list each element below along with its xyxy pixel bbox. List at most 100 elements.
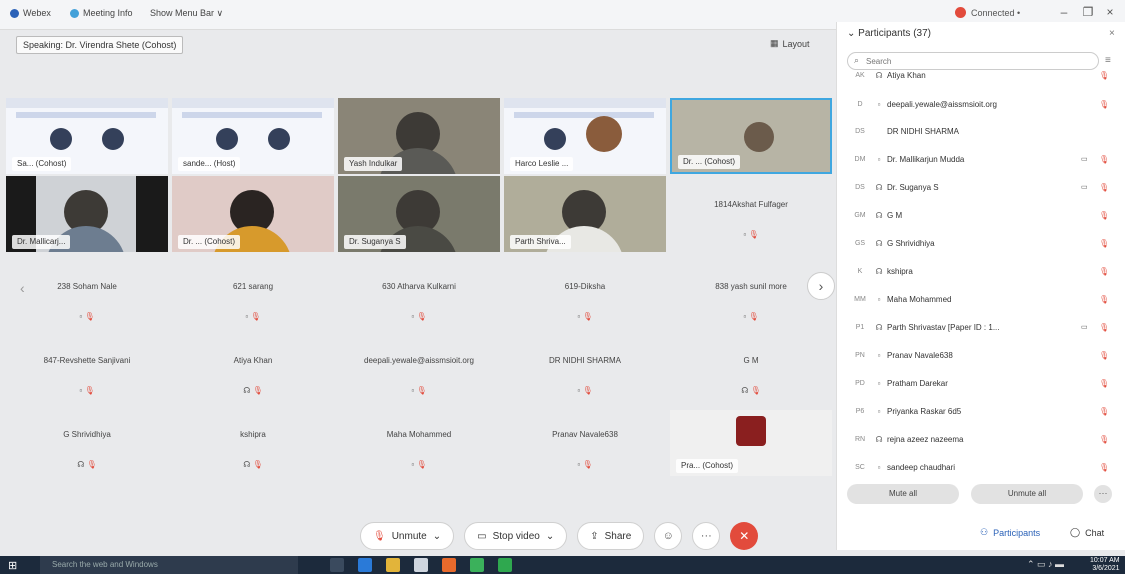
participant-row[interactable]: DS DR NIDHI SHARMA	[837, 119, 1117, 143]
participant-row[interactable]: GM ☊ G M 🎙	[837, 203, 1117, 227]
participant-row[interactable]: K ☊ kshipra 🎙	[837, 259, 1117, 283]
close-window-button[interactable]: ×	[1102, 5, 1118, 19]
video-tile[interactable]: Parth Shriva...	[504, 176, 666, 252]
sort-menu-icon[interactable]: ≡	[1105, 55, 1111, 66]
unmute-button[interactable]: 🎙 Unmute ⌄	[360, 522, 455, 550]
minimize-button[interactable]: –	[1056, 5, 1072, 19]
participant-tile[interactable]: Pranav Navale638 ▫ 🎙	[504, 410, 666, 480]
meeting-controls: 🎙 Unmute ⌄ ▭ Stop video ⌄ ⇪ Share ☺ ··· ✕	[360, 521, 759, 551]
tile-label: Sa... (Cohost)	[12, 157, 72, 171]
more-options-button[interactable]: ···	[692, 522, 721, 550]
tile-label: Yash Indulkar	[344, 157, 403, 171]
task-view-icon[interactable]	[330, 558, 344, 572]
tile-label: Pra... (Cohost)	[676, 459, 739, 473]
participant-tile[interactable]: 847-Revshette Sanjivani ▫ 🎙	[6, 336, 168, 406]
camera-icon: ▭	[477, 530, 487, 542]
participant-tile[interactable]: 619-Diksha ▫ 🎙	[504, 262, 666, 332]
panel-actions: Mute all Unmute all	[847, 484, 1083, 504]
participant-row[interactable]: SC ▫ sandeep chaudhari 🎙	[837, 455, 1117, 479]
participant-tile[interactable]: G M ☊ 🎙	[670, 336, 832, 406]
tile-label: Dr. ... (Cohost)	[678, 155, 741, 169]
participant-row[interactable]: GS ☊ G Shrividhiya 🎙	[837, 231, 1117, 255]
chat-icon: ◯	[1070, 527, 1081, 537]
participant-row[interactable]: AK ☊ Atiya Khan 🎙	[837, 68, 1117, 82]
mute-all-button[interactable]: Mute all	[847, 484, 959, 504]
participants-panel: ⌄ Participants (37) × ⌕ ≡ AK☊Atiya Khan🎙…	[836, 22, 1125, 550]
video-tile[interactable]: Yash Indulkar	[338, 98, 500, 174]
file-explorer-icon[interactable]	[386, 558, 400, 572]
tile-label: Dr. Suganya S	[344, 235, 406, 249]
participant-tile[interactable]: Atiya Khan ☊ 🎙	[172, 336, 334, 406]
webex-taskbar-icon[interactable]	[498, 558, 512, 572]
end-meeting-button[interactable]: ✕	[730, 522, 759, 550]
panel-title[interactable]: ⌄ Participants (37)	[847, 28, 931, 39]
edge-icon[interactable]	[358, 558, 372, 572]
firefox-icon[interactable]	[442, 558, 456, 572]
panel-more-button[interactable]: ···	[1094, 485, 1112, 503]
microphone-muted-icon: 🎙	[373, 530, 386, 542]
participant-row[interactable]: RN ☊ rejna azeez nazeema 🎙	[837, 427, 1117, 451]
video-on-icon: ▭	[1081, 324, 1088, 331]
video-tile[interactable]: sande... (Host)	[172, 98, 334, 174]
logo-avatar	[736, 416, 766, 446]
participant-row[interactable]: PN ▫ Pranav Navale638 🎙	[837, 343, 1117, 367]
participant-tile[interactable]: 630 Atharva Kulkarni ▫ 🎙	[338, 262, 500, 332]
tile-label: sande... (Host)	[178, 157, 241, 171]
connection-icon	[955, 7, 966, 18]
video-on-icon: ▭	[1081, 156, 1088, 163]
chat-button[interactable]: ◯ Chat	[1070, 527, 1104, 538]
people-icon: ⚇	[980, 527, 989, 537]
participant-row[interactable]: D ▫ deepali.yewale@aissmsioit.org 🎙	[837, 92, 1117, 116]
system-tray-icons[interactable]: ⌃ ▭ ♪ ▬	[1027, 559, 1064, 570]
stop-video-button[interactable]: ▭ Stop video ⌄	[464, 522, 568, 550]
reactions-button[interactable]: ☺	[654, 522, 683, 550]
participant-row[interactable]: MM ▫ Maha Mohammed 🎙	[837, 287, 1117, 311]
chrome-icon[interactable]	[470, 558, 484, 572]
show-menu-bar-button[interactable]: Show Menu Bar ∨	[150, 8, 223, 19]
unmute-all-button[interactable]: Unmute all	[971, 484, 1083, 504]
participant-tile[interactable]: 621 sarang ▫ 🎙	[172, 262, 334, 332]
tile-label: Parth Shriva...	[510, 235, 571, 249]
video-tile[interactable]: Dr. Mallicarj...	[6, 176, 168, 252]
webex-menu[interactable]: Webex	[10, 8, 51, 18]
windows-taskbar: ⊞ Search the web and Windows ⌃ ▭ ♪ ▬ 10:…	[0, 556, 1125, 574]
video-tile[interactable]: Dr. ... (Cohost)	[172, 176, 334, 252]
share-icon: ⇪	[590, 530, 599, 542]
participant-row[interactable]: PD ▫ Pratham Darekar 🎙	[837, 371, 1117, 395]
video-tile[interactable]: Harco Leslie ...	[504, 98, 666, 174]
taskbar-clock[interactable]: 10:07 AM 3/6/2021	[1090, 557, 1120, 573]
chevron-down-icon: ⌄	[545, 530, 555, 542]
meeting-info-menu[interactable]: Meeting Info	[70, 8, 133, 18]
info-icon	[70, 8, 79, 18]
video-tile[interactable]: Dr. Suganya S	[338, 176, 500, 252]
tile-label: Dr. Mallicarj...	[12, 235, 71, 249]
participant-tile[interactable]: 1814Akshat Fulfager ▫ 🎙	[670, 180, 832, 250]
participant-tile[interactable]: DR NIDHI SHARMA ▫ 🎙	[504, 336, 666, 406]
speaking-indicator: Speaking: Dr. Virendra Shete (Cohost)	[16, 36, 184, 54]
layout-button[interactable]: ▦ Layout	[770, 38, 810, 49]
store-icon[interactable]	[414, 558, 428, 572]
video-tile[interactable]: Sa... (Cohost)	[6, 98, 168, 174]
participant-tile[interactable]: 838 yash sunil more ▫ 🎙	[670, 262, 832, 332]
participant-tile[interactable]: 238 Soham Nale ▫ 🎙	[6, 262, 168, 332]
audio-status-icons: ▫ 🎙	[743, 230, 759, 239]
webex-icon	[10, 8, 19, 18]
participant-tile[interactable]: Maha Mohammed ▫ 🎙	[338, 410, 500, 480]
connection-status[interactable]: Connected •	[955, 7, 1020, 18]
video-on-icon: ▭	[1081, 184, 1088, 191]
share-button[interactable]: ⇪ Share	[577, 522, 645, 550]
close-panel-button[interactable]: ×	[1109, 28, 1115, 39]
participants-button[interactable]: ⚇ Participants	[980, 527, 1040, 538]
participant-row[interactable]: DS ☊ Dr. Suganya S ▭ 🎙	[837, 175, 1117, 199]
participant-row[interactable]: DM ▫ Dr. Mallikarjun Mudda ▭ 🎙	[837, 147, 1117, 171]
participant-tile[interactable]: kshipra ☊ 🎙	[172, 410, 334, 480]
video-tile[interactable]: Pra... (Cohost)	[670, 410, 832, 476]
participant-row[interactable]: P1 ☊ Parth Shrivastav [Paper ID : 1... ▭ 🎙	[837, 315, 1117, 339]
participant-row[interactable]: P6 ▫ Priyanka Raskar 6d5 🎙	[837, 399, 1117, 423]
restore-button[interactable]: ❐	[1080, 5, 1096, 19]
participant-tile[interactable]: deepali.yewale@aissmsioit.org ▫ 🎙	[338, 336, 500, 406]
taskbar-search-input[interactable]: Search the web and Windows	[40, 556, 298, 574]
video-tile-active-speaker[interactable]: Dr. ... (Cohost)	[670, 98, 832, 174]
participant-tile[interactable]: G Shrividhiya ☊ 🎙	[6, 410, 168, 480]
windows-start-icon[interactable]: ⊞	[8, 559, 17, 572]
